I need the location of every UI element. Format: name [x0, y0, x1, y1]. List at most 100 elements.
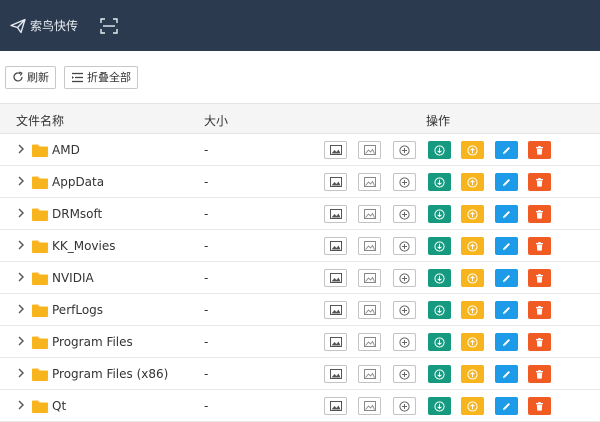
edit-button[interactable]	[495, 269, 518, 287]
delete-button[interactable]	[528, 205, 551, 223]
scan-button[interactable]	[100, 17, 118, 35]
add-button[interactable]	[393, 141, 416, 159]
edit-button[interactable]	[495, 141, 518, 159]
download-button[interactable]	[428, 365, 451, 383]
add-button[interactable]	[393, 205, 416, 223]
chevron-right-icon[interactable]	[16, 367, 26, 379]
upload-button[interactable]	[461, 333, 484, 351]
chevron-right-icon[interactable]	[16, 335, 26, 347]
upload-button[interactable]	[461, 397, 484, 415]
brand[interactable]: 索鸟快传	[10, 17, 78, 34]
edit-button[interactable]	[495, 397, 518, 415]
image-outline-icon	[363, 209, 376, 219]
file-name[interactable]: KK_Movies	[52, 239, 116, 253]
preview-image-button[interactable]	[324, 237, 347, 255]
chevron-right-icon[interactable]	[16, 175, 26, 187]
download-button[interactable]	[428, 269, 451, 287]
add-button[interactable]	[393, 333, 416, 351]
column-actions-header: 操作	[426, 114, 451, 128]
table-row[interactable]: Program Files -	[0, 326, 600, 358]
preview-image-button[interactable]	[324, 333, 347, 351]
chevron-right-icon[interactable]	[16, 399, 26, 411]
table-row[interactable]: Qt -	[0, 390, 600, 422]
thumbnail-button[interactable]	[358, 173, 381, 191]
preview-image-button[interactable]	[324, 269, 347, 287]
download-button[interactable]	[428, 397, 451, 415]
edit-button[interactable]	[495, 333, 518, 351]
upload-button[interactable]	[461, 173, 484, 191]
file-name[interactable]: AppData	[52, 175, 104, 189]
file-name[interactable]: PerfLogs	[52, 303, 103, 317]
add-button[interactable]	[393, 269, 416, 287]
upload-button[interactable]	[461, 205, 484, 223]
file-name[interactable]: Qt	[52, 399, 66, 413]
table-row[interactable]: KK_Movies -	[0, 230, 600, 262]
download-button[interactable]	[428, 333, 451, 351]
thumbnail-button[interactable]	[358, 333, 381, 351]
table-row[interactable]: AMD -	[0, 134, 600, 166]
download-button[interactable]	[428, 205, 451, 223]
chevron-right-icon[interactable]	[16, 239, 26, 251]
table-row[interactable]: PerfLogs -	[0, 294, 600, 326]
add-button[interactable]	[393, 397, 416, 415]
file-size: -	[204, 303, 209, 317]
thumbnail-button[interactable]	[358, 301, 381, 319]
preview-image-button[interactable]	[324, 141, 347, 159]
edit-button[interactable]	[495, 205, 518, 223]
upload-button[interactable]	[461, 301, 484, 319]
thumbnail-button[interactable]	[358, 237, 381, 255]
column-name-header[interactable]: 文件名称	[16, 112, 64, 129]
download-button[interactable]	[428, 237, 451, 255]
image-icon	[329, 177, 342, 187]
file-name[interactable]: AMD	[52, 143, 80, 157]
delete-button[interactable]	[528, 301, 551, 319]
delete-button[interactable]	[528, 141, 551, 159]
delete-button[interactable]	[528, 397, 551, 415]
table-row[interactable]: AppData -	[0, 166, 600, 198]
preview-image-button[interactable]	[324, 301, 347, 319]
thumbnail-button[interactable]	[358, 397, 381, 415]
table-row[interactable]: Program Files (x86) -	[0, 358, 600, 390]
file-name[interactable]: DRMsoft	[52, 207, 102, 221]
add-button[interactable]	[393, 173, 416, 191]
preview-image-button[interactable]	[324, 397, 347, 415]
download-button[interactable]	[428, 141, 451, 159]
delete-button[interactable]	[528, 237, 551, 255]
edit-button[interactable]	[495, 365, 518, 383]
table-row[interactable]: DRMsoft -	[0, 198, 600, 230]
upload-button[interactable]	[461, 365, 484, 383]
chevron-right-icon[interactable]	[16, 303, 26, 315]
thumbnail-button[interactable]	[358, 365, 381, 383]
add-button[interactable]	[393, 301, 416, 319]
edit-button[interactable]	[495, 237, 518, 255]
table-row[interactable]: NVIDIA -	[0, 262, 600, 294]
thumbnail-button[interactable]	[358, 269, 381, 287]
add-button[interactable]	[393, 365, 416, 383]
thumbnail-button[interactable]	[358, 205, 381, 223]
collapse-all-button[interactable]: 折叠全部	[64, 65, 138, 89]
download-button[interactable]	[428, 173, 451, 191]
chevron-right-icon[interactable]	[16, 143, 26, 155]
delete-button[interactable]	[528, 269, 551, 287]
thumbnail-button[interactable]	[358, 141, 381, 159]
preview-image-button[interactable]	[324, 205, 347, 223]
chevron-right-icon[interactable]	[16, 271, 26, 283]
edit-button[interactable]	[495, 301, 518, 319]
chevron-right-icon[interactable]	[16, 207, 26, 219]
preview-image-button[interactable]	[324, 365, 347, 383]
refresh-button[interactable]: 刷新	[5, 65, 56, 89]
upload-button[interactable]	[461, 237, 484, 255]
column-size-header[interactable]: 大小	[204, 112, 228, 129]
file-name[interactable]: Program Files (x86)	[52, 367, 168, 381]
edit-button[interactable]	[495, 173, 518, 191]
delete-button[interactable]	[528, 173, 551, 191]
delete-button[interactable]	[528, 333, 551, 351]
upload-button[interactable]	[461, 269, 484, 287]
download-button[interactable]	[428, 301, 451, 319]
file-name[interactable]: Program Files	[52, 335, 133, 349]
file-name[interactable]: NVIDIA	[52, 271, 94, 285]
delete-button[interactable]	[528, 365, 551, 383]
add-button[interactable]	[393, 237, 416, 255]
upload-button[interactable]	[461, 141, 484, 159]
preview-image-button[interactable]	[324, 173, 347, 191]
